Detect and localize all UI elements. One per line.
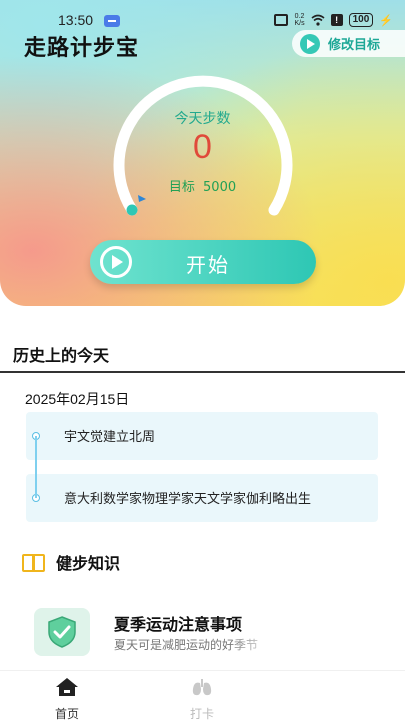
knowledge-header: 健步知识 bbox=[22, 550, 120, 574]
tab-home-label: 首页 bbox=[54, 707, 79, 720]
vibrate-icon bbox=[274, 14, 289, 26]
timeline-line bbox=[35, 436, 37, 498]
gauge-pointer-icon bbox=[138, 195, 146, 202]
battery-indicator: 100 bbox=[348, 13, 374, 27]
target-label: 目标 bbox=[168, 180, 195, 195]
hero-panel: 13:50 0.2 K/s ! 100 ⚡ 走路计步宝 修改目标 今天步数 0 … bbox=[0, 0, 405, 306]
history-divider bbox=[0, 371, 405, 373]
tab-punch-in-label: 打卡 bbox=[189, 707, 214, 720]
article-title: 夏季运动注意事项 bbox=[114, 615, 243, 634]
step-count: 0 bbox=[193, 128, 212, 166]
history-event-text: 宇文觉建立北周 bbox=[64, 430, 156, 445]
net-speed: 0.2 K/s bbox=[294, 13, 304, 27]
history-date: 2025年02月15日 bbox=[25, 391, 130, 407]
home-icon bbox=[56, 678, 78, 696]
app-title: 走路计步宝 bbox=[24, 36, 140, 61]
today-steps-label: 今天步数 bbox=[174, 111, 231, 127]
bottom-tab-bar: 首页 打卡 bbox=[0, 670, 405, 720]
knowledge-article[interactable]: 夏季运动注意事项 夏天可是减肥运动的好季节 bbox=[34, 608, 394, 658]
knowledge-section-title: 健步知识 bbox=[56, 554, 121, 573]
net-speed-value: 0.2 bbox=[294, 13, 305, 20]
alert-icon: ! bbox=[330, 14, 343, 26]
history-event[interactable]: 宇文觉建立北周 bbox=[26, 412, 378, 460]
target-row: 目标 5000 bbox=[0, 176, 405, 195]
start-button-label: 开始 bbox=[186, 253, 230, 277]
wifi-icon bbox=[311, 14, 325, 26]
net-speed-unit: K/s bbox=[294, 20, 305, 27]
tab-home[interactable]: 首页 bbox=[37, 677, 97, 720]
play-icon bbox=[300, 33, 320, 54]
history-event[interactable]: 意大利数学家物理学家天文学家伽利略出生 bbox=[26, 474, 378, 522]
history-event-text: 意大利数学家物理学家天文学家伽利略出生 bbox=[64, 492, 312, 507]
book-icon bbox=[22, 553, 45, 572]
status-time: 13:50 bbox=[58, 12, 94, 28]
edit-goal-label: 修改目标 bbox=[328, 38, 381, 53]
lungs-icon bbox=[192, 679, 212, 696]
status-indicators: 0.2 K/s ! 100 ⚡ bbox=[274, 13, 393, 27]
charging-icon: ⚡ bbox=[379, 14, 393, 27]
target-value: 5000 bbox=[203, 180, 237, 195]
tab-punch-in[interactable]: 打卡 bbox=[172, 677, 232, 720]
start-button[interactable]: 开始 bbox=[90, 240, 316, 284]
shield-check-icon bbox=[48, 616, 76, 648]
edit-goal-button[interactable]: 修改目标 bbox=[292, 30, 405, 57]
history-section-title: 历史上的今天 bbox=[13, 346, 110, 365]
notification-icon bbox=[104, 15, 120, 27]
article-subtitle: 夏天可是减肥运动的好季节 bbox=[114, 638, 259, 652]
status-bar: 13:50 0.2 K/s ! 100 ⚡ bbox=[0, 12, 405, 32]
article-thumbnail bbox=[34, 608, 90, 656]
